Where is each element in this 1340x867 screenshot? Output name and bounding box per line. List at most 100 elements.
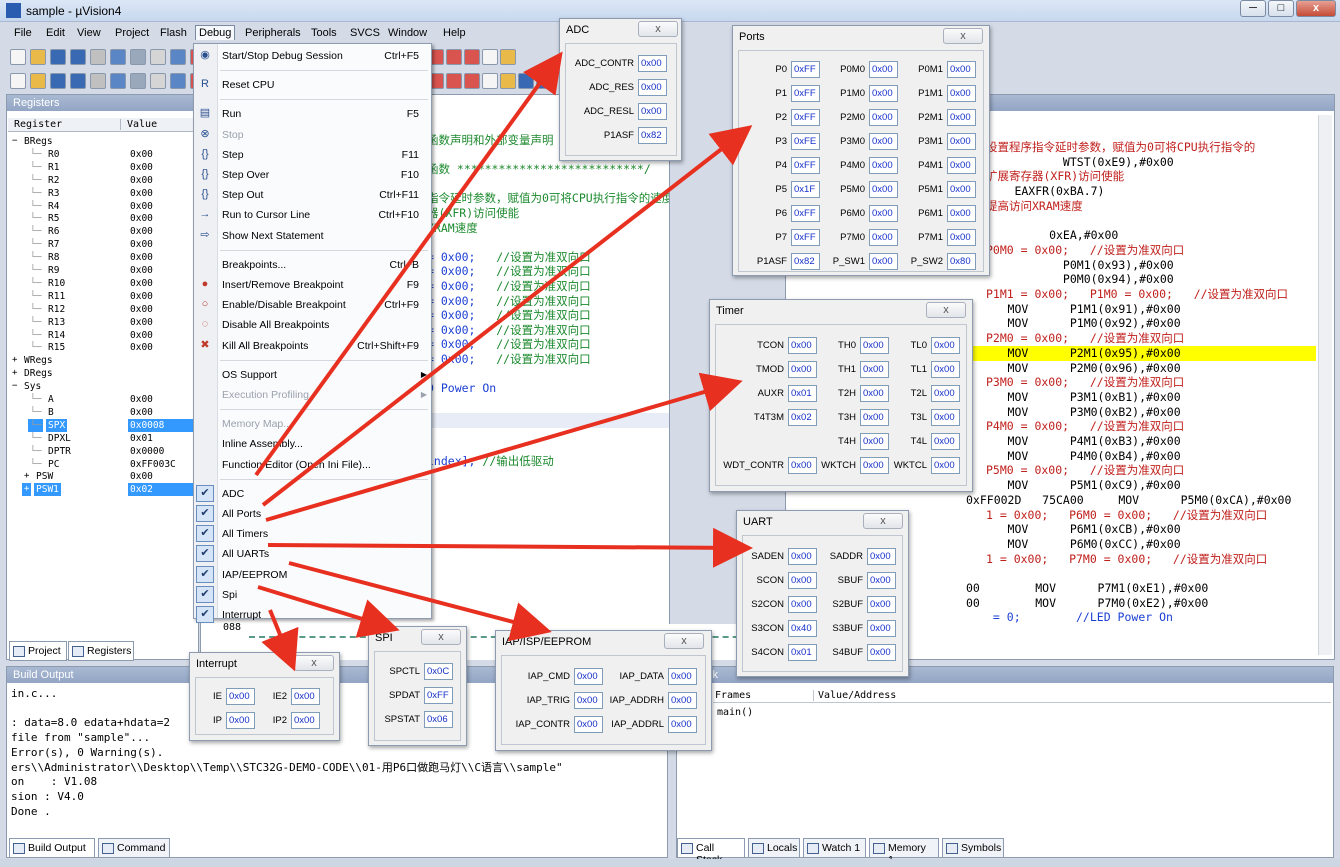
toolbar-button-icon[interactable] (500, 49, 516, 65)
uart-window[interactable]: UART x SADEN 0x00 SADDR 0x00 SCON 0x00 SBUF 0x0… (736, 510, 909, 677)
tab-command[interactable]: Command (98, 838, 170, 858)
adc-window[interactable]: ADC x ADC_CONTR 0x00 ADC_RES 0x00 ADC_RESL 0x… (559, 18, 682, 161)
register-row[interactable]: └─ R15 0x00 (8, 341, 202, 354)
tab-registers[interactable]: Registers (68, 641, 134, 661)
iap-close-button[interactable]: x (664, 633, 704, 649)
register-value-field[interactable]: 0xFF (791, 205, 820, 222)
debug-menu[interactable]: ◉ Start/Stop Debug Session Ctrl+F5 R Reset C… (193, 43, 432, 623)
register-value-field[interactable]: 0x00 (931, 337, 960, 354)
register-row[interactable]: └─ R5 0x00 (8, 212, 202, 225)
register-value-field[interactable]: 0x00 (869, 61, 898, 78)
menu-item-interrupt[interactable]: ✔ Interrupt (194, 605, 431, 625)
menu-item-disable-all-breakpoints[interactable]: ◌ Disable All Breakpoints (194, 315, 431, 335)
menu-svcs[interactable]: SVCS (350, 27, 380, 39)
menu-item-start-stop-debug-session[interactable]: ◉ Start/Stop Debug Session Ctrl+F5 (194, 46, 431, 66)
register-row[interactable]: └─ R8 0x00 (8, 251, 202, 264)
expand-icon[interactable]: − (10, 135, 19, 148)
ports-close-button[interactable]: x (943, 28, 983, 44)
toolbar-button-icon[interactable] (70, 49, 86, 65)
register-value-field[interactable]: 0x00 (788, 548, 817, 565)
toolbar-button-icon[interactable] (500, 73, 516, 89)
register-value-field[interactable]: 0x00 (788, 596, 817, 613)
register-value-field[interactable]: 0x82 (791, 253, 820, 270)
toolbar-button-icon[interactable] (110, 49, 126, 65)
register-value-field[interactable]: 0x00 (668, 668, 697, 685)
toolbar-button-icon[interactable] (464, 73, 480, 89)
menu-item-function-editor-open-ini-file[interactable]: Function Editor (Open Ini File)... (194, 455, 431, 475)
toolbar-button-icon[interactable] (482, 73, 498, 89)
register-value-field[interactable]: 0x00 (931, 457, 960, 474)
menu-view[interactable]: View (77, 27, 101, 39)
register-value-field[interactable]: 0x00 (668, 716, 697, 733)
menu-item-stop[interactable]: ⊗ Stop (194, 125, 431, 145)
register-value-field[interactable]: 0x00 (867, 596, 896, 613)
expand-icon[interactable]: + (22, 470, 31, 483)
register-row[interactable]: └─ R3 0x00 (8, 187, 202, 200)
menu-item-step-over[interactable]: {} Step Over F10 (194, 165, 431, 185)
tab-project[interactable]: Project (9, 641, 67, 661)
register-value-field[interactable]: 0x00 (931, 409, 960, 426)
toolbar-button-icon[interactable] (110, 73, 126, 89)
menu-file[interactable]: File (14, 27, 32, 39)
register-value-field[interactable]: 0x00 (867, 644, 896, 661)
toolbar-button-icon[interactable] (170, 73, 186, 89)
menu-item-iap-eeprom[interactable]: ✔ IAP/EEPROM (194, 565, 431, 585)
menu-item-reset-cpu[interactable]: R Reset CPU (194, 75, 431, 95)
toolbar-button-icon[interactable] (518, 73, 534, 89)
register-value-field[interactable]: 0x00 (867, 620, 896, 637)
register-value-field[interactable]: 0x00 (638, 55, 667, 72)
menu-window[interactable]: Window (388, 27, 427, 39)
register-value-field[interactable]: 0x40 (788, 620, 817, 637)
ports-window[interactable]: Ports x P0 0xFF P0M0 0x00 P0M1 0x00 P1 0xFF P1M0… (732, 25, 990, 276)
adc-close-button[interactable]: x (638, 21, 678, 37)
register-value-field[interactable]: 0x00 (947, 61, 976, 78)
register-value-field[interactable]: 0x00 (869, 85, 898, 102)
register-value-field[interactable]: 0xFF (791, 109, 820, 126)
menu-edit[interactable]: Edit (46, 27, 65, 39)
tab-symbols[interactable]: Symbols (942, 838, 1004, 858)
register-value-field[interactable]: 0x00 (869, 181, 898, 198)
interrupt-close-button[interactable]: x (294, 655, 334, 671)
register-value-field[interactable]: 0x00 (869, 205, 898, 222)
toolbar-button-icon[interactable] (30, 49, 46, 65)
toolbar-button-icon[interactable] (536, 73, 552, 89)
menu-tools[interactable]: Tools (311, 27, 337, 39)
toolbar-button-icon[interactable] (130, 73, 146, 89)
call-stack-row[interactable]: main() (717, 707, 753, 718)
toolbar-button-icon[interactable] (50, 49, 66, 65)
expand-icon[interactable]: − (10, 380, 19, 393)
expand-icon[interactable]: + (10, 367, 19, 380)
register-value-field[interactable]: 0x00 (867, 572, 896, 589)
toolbar-button-icon[interactable] (90, 49, 106, 65)
maximize-button[interactable]: □ (1268, 0, 1294, 17)
register-value-field[interactable]: 0xFF (791, 229, 820, 246)
tab-watch1[interactable]: Watch 1 (803, 838, 866, 858)
register-value-field[interactable]: 0x00 (947, 229, 976, 246)
register-row[interactable]: └─ R11 0x00 (8, 290, 202, 303)
disasm-scrollbar[interactable] (1318, 115, 1332, 655)
register-row[interactable]: └─ DPXL 0x01 (8, 432, 202, 445)
register-value-field[interactable]: 0x80 (947, 253, 976, 270)
register-value-field[interactable]: 0x00 (947, 157, 976, 174)
register-row[interactable]: + PSW1 0x02 (8, 483, 202, 497)
toolbar-button-icon[interactable] (482, 49, 498, 65)
menu-item-all-uarts[interactable]: ✔ All UARTs (194, 544, 431, 564)
register-row[interactable]: └─ SPX 0x0008 (8, 418, 202, 432)
tab-call-stack[interactable]: Call Stack (677, 838, 745, 866)
toolbar-button-icon[interactable] (150, 49, 166, 65)
menu-item-inline-assembly[interactable]: Inline Assembly... (194, 434, 431, 454)
register-value-field[interactable]: 0x82 (638, 127, 667, 144)
minimize-button[interactable]: ─ (1240, 0, 1266, 17)
register-value-field[interactable]: 0x00 (931, 361, 960, 378)
register-value-field[interactable]: 0x00 (869, 229, 898, 246)
menu-item-adc[interactable]: ✔ ADC (194, 484, 431, 504)
toolbar-button-icon[interactable] (10, 49, 26, 65)
register-row[interactable]: └─ R13 0x00 (8, 316, 202, 329)
menu-item-step-out[interactable]: {} Step Out Ctrl+F11 (194, 185, 431, 205)
menu-item-os-support[interactable]: OS Support ▶ (194, 365, 431, 385)
toolbar-button-icon[interactable] (90, 73, 106, 89)
register-value-field[interactable]: 0x00 (947, 205, 976, 222)
menu-item-show-next-statement[interactable]: ⇨ Show Next Statement (194, 226, 431, 246)
uart-close-button[interactable]: x (863, 513, 903, 529)
menu-item-enable-disable-breakpoint[interactable]: ○ Enable/Disable Breakpoint Ctrl+F9 (194, 295, 431, 315)
